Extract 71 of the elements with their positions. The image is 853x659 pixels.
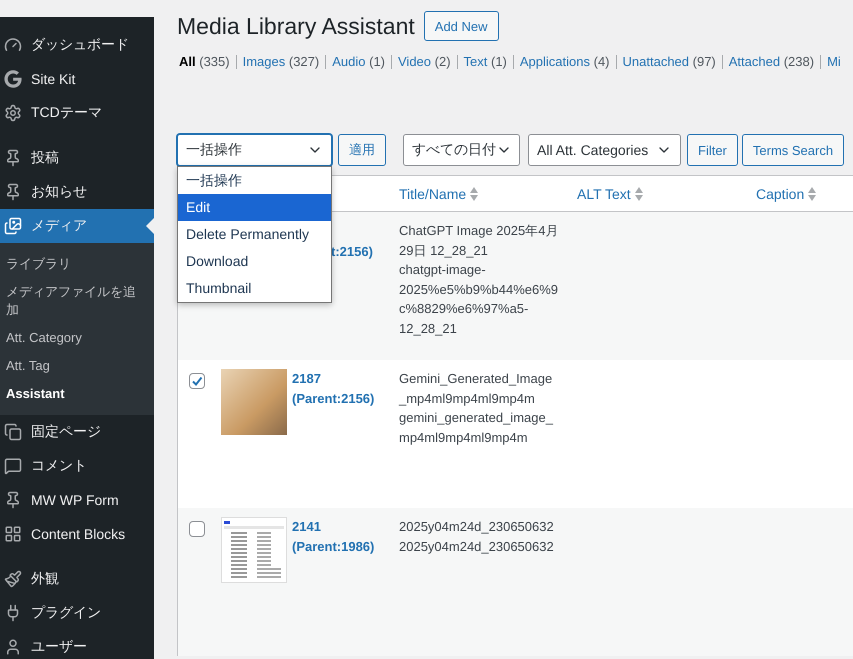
sort-icon bbox=[470, 186, 478, 202]
pin-icon bbox=[4, 183, 22, 201]
dropdown-option[interactable]: Delete Permanently bbox=[178, 221, 331, 248]
user-icon bbox=[4, 638, 22, 656]
terms-search-button[interactable]: Terms Search bbox=[742, 134, 844, 166]
sidebar-item[interactable]: 固定ページ bbox=[0, 415, 154, 449]
filter-link[interactable]: Applications (4) bbox=[512, 55, 616, 69]
file-name: chatgpt-image-2025%e5%b9%b44%e6%9c%8829%e6%97%a5-12_28_21 bbox=[399, 261, 559, 338]
apply-button[interactable]: 適用 bbox=[338, 134, 386, 166]
parent-link[interactable]: (Parent:1986) bbox=[292, 537, 374, 557]
sidebar-item[interactable]: Content Blocks bbox=[0, 517, 154, 551]
id-link[interactable]: 2141 bbox=[292, 517, 374, 537]
column-header[interactable]: Caption bbox=[746, 186, 816, 202]
submenu-item[interactable]: Assistant bbox=[0, 380, 150, 408]
filter-link[interactable]: Attached (238) bbox=[722, 55, 820, 69]
screenshot-thumbnail-drawing bbox=[221, 517, 287, 583]
sidebar-item[interactable]: メディア bbox=[0, 209, 154, 243]
dropdown-option[interactable]: Thumbnail bbox=[178, 275, 331, 302]
bulk-action-select[interactable]: 一括操作 bbox=[177, 134, 332, 166]
filter-button[interactable]: Filter bbox=[687, 134, 738, 166]
sidebar-item[interactable]: ユーザー bbox=[0, 630, 154, 659]
column-header[interactable]: ALT Text bbox=[567, 186, 643, 202]
media-title: 2025y04m24d_230650632 bbox=[399, 518, 555, 536]
sidebar-item[interactable]: プラグイン bbox=[0, 596, 154, 630]
pages-icon bbox=[4, 423, 22, 441]
sidebar-item[interactable]: TCDテーマ bbox=[0, 96, 154, 130]
g-logo-icon bbox=[4, 70, 22, 88]
submenu-item[interactable]: ライブラリ bbox=[0, 250, 150, 278]
add-new-button[interactable]: Add New bbox=[424, 11, 499, 41]
grid-icon bbox=[4, 525, 22, 543]
sort-icon bbox=[634, 186, 643, 202]
comment-icon bbox=[4, 457, 22, 475]
sidebar-item[interactable]: MW WP Form bbox=[0, 483, 154, 517]
file-name: gemini_generated_image_mp4ml9mp4ml9mp4m bbox=[399, 409, 554, 447]
parent-link[interactable]: t:2156) bbox=[331, 242, 373, 262]
sidebar-item[interactable]: 投稿 bbox=[0, 141, 154, 175]
dropdown-option[interactable]: Edit bbox=[178, 194, 331, 221]
settings-icon bbox=[4, 104, 22, 122]
photo-placeholder bbox=[221, 369, 287, 435]
pin-icon bbox=[4, 491, 22, 509]
filter-link[interactable]: Images (327) bbox=[236, 55, 326, 69]
sidebar-item[interactable]: お知らせ bbox=[0, 175, 154, 209]
brush-icon bbox=[4, 570, 22, 588]
pin-icon bbox=[4, 149, 22, 167]
page-title: Media Library Assistant bbox=[177, 12, 415, 41]
file-name: 2025y04m24d_230650632 bbox=[399, 538, 555, 556]
filter-link[interactable]: Mi bbox=[820, 55, 847, 69]
sort-icon bbox=[808, 186, 816, 202]
media-icon bbox=[4, 217, 22, 235]
filter-link[interactable]: All (335) bbox=[177, 55, 236, 69]
filter-link[interactable]: Unattached (97) bbox=[616, 55, 722, 69]
filter-link[interactable]: Audio (1) bbox=[325, 55, 391, 69]
submenu-item[interactable]: Att. Tag bbox=[0, 352, 150, 380]
row-checkbox[interactable] bbox=[189, 521, 205, 537]
row-checkbox[interactable] bbox=[189, 373, 205, 389]
id-link[interactable]: 2187 bbox=[292, 369, 374, 389]
parent-link[interactable]: (Parent:2156) bbox=[292, 389, 374, 409]
filter-link[interactable]: Video (2) bbox=[391, 55, 457, 69]
date-select[interactable]: すべての日付 bbox=[403, 134, 520, 166]
filter-link[interactable]: Text (1) bbox=[456, 55, 513, 69]
dropdown-option[interactable]: Download bbox=[178, 248, 331, 275]
column-header[interactable]: Title/Name bbox=[389, 186, 478, 202]
category-select[interactable]: All Att. Categories bbox=[528, 134, 681, 166]
sidebar-item[interactable]: コメント bbox=[0, 449, 154, 483]
submenu-item[interactable]: Att. Category bbox=[0, 324, 150, 352]
dropdown-option[interactable]: 一括操作 bbox=[178, 167, 331, 194]
sidebar-item[interactable]: Site Kit bbox=[0, 62, 154, 96]
sidebar-item[interactable]: ダッシュボード bbox=[0, 28, 154, 62]
sidebar-item[interactable]: 外観 bbox=[0, 562, 154, 596]
submenu-item[interactable]: メディアファイルを追加 bbox=[0, 278, 150, 324]
dashboard-icon bbox=[4, 36, 22, 54]
